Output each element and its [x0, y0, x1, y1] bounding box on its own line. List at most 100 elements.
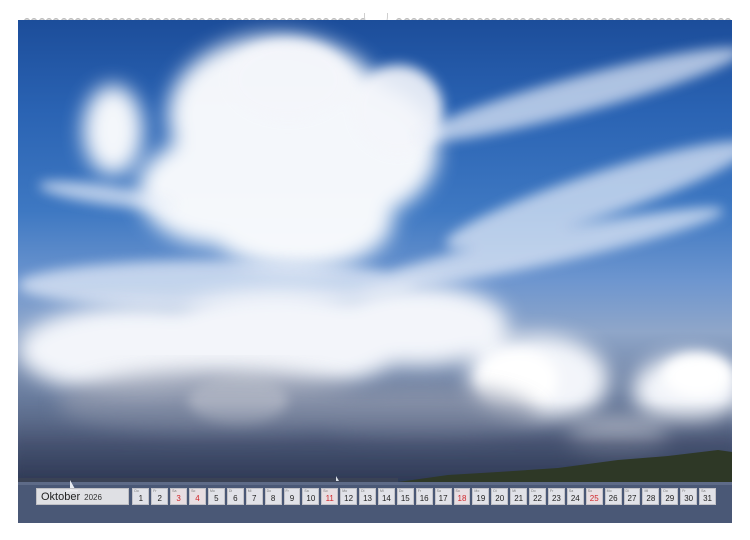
day-cell: Mo 19: [472, 487, 490, 505]
day-cell: So 4: [189, 487, 206, 505]
cloud-scene: [18, 35, 732, 523]
day-number: 23: [551, 493, 561, 503]
day-cell: Sa 3: [170, 487, 188, 505]
day-number: 10: [306, 493, 316, 503]
day-cell: Sa 10: [302, 487, 320, 505]
day-cell: Do 22: [529, 487, 546, 505]
calendar-photo: [18, 20, 732, 523]
day-cell: Mi 28: [642, 487, 660, 505]
day-cell: Mo 5: [207, 487, 225, 505]
day-cell: Mo 26: [604, 487, 622, 505]
day-number: 19: [476, 493, 486, 503]
day-cell: Do 15: [396, 487, 414, 505]
weekday-label: Di: [493, 488, 497, 493]
day-number: 12: [344, 493, 354, 503]
day-number: 9: [289, 493, 295, 503]
weekday-label: Fr: [682, 488, 686, 493]
day-number: 25: [589, 493, 599, 503]
weekday-label: Sa: [304, 488, 309, 493]
day-cell: Mo 12: [340, 487, 358, 505]
day-number: 7: [251, 493, 257, 503]
calendar-strip: Oktober 2026 Do 1 Fr 2 Sa 3 So 4 Mo 5 Di 6 Mi 7 Do 8 Fr 9…: [36, 487, 716, 505]
weekday-label: So: [455, 488, 460, 493]
weekday-label: Do: [266, 488, 272, 493]
day-cell: Di 13: [359, 487, 376, 505]
day-cell: Fr 9: [283, 487, 301, 505]
weekday-label: Mo: [209, 488, 215, 493]
weekday-label: Mo: [342, 488, 348, 493]
day-number: 17: [438, 493, 448, 503]
weekday-label: Do: [663, 488, 668, 493]
weekday-label: Fr: [153, 488, 157, 493]
day-number: 30: [684, 493, 694, 503]
day-cell: Sa 24: [566, 487, 584, 505]
day-number: 2: [157, 493, 162, 503]
day-cell: Do 8: [264, 487, 282, 505]
day-cell: Fr 2: [151, 487, 169, 505]
weekday-label: So: [587, 488, 593, 493]
weekday-label: Do: [398, 488, 404, 493]
day-cell: Fr 16: [415, 487, 433, 505]
day-number: 29: [665, 493, 675, 503]
weekday-label: Di: [625, 488, 629, 493]
day-number: 8: [270, 493, 276, 503]
day-cell: Do 1: [132, 487, 150, 505]
day-number: 20: [495, 493, 505, 503]
weekday-label: Mo: [474, 488, 480, 493]
weekday-label: Di: [361, 488, 365, 493]
weekday-label: Mo: [606, 488, 612, 493]
day-number: 1: [138, 493, 144, 503]
day-cell: So 18: [453, 487, 471, 505]
weekday-label: So: [323, 488, 328, 493]
day-cells: Do 1 Fr 2 Sa 3 So 4 Mo 5 Di 6 Mi 7 Do 8 Fr 9 Sa 10 So 11 Mo 12 D…: [132, 487, 716, 505]
day-cell: Di 27: [623, 487, 641, 505]
day-number: 26: [608, 493, 618, 503]
day-number: 13: [363, 493, 372, 503]
day-number: 22: [533, 493, 542, 503]
day-cell: Mi 21: [510, 487, 528, 505]
day-number: 11: [325, 493, 334, 503]
weekday-label: Fr: [417, 488, 422, 493]
day-number: 16: [419, 493, 429, 503]
day-number: 31: [703, 493, 712, 503]
weekday-label: Fr: [549, 488, 554, 493]
day-number: 6: [233, 493, 238, 503]
day-cell: Fr 30: [680, 487, 698, 505]
day-number: 14: [381, 493, 391, 503]
weekday-label: So: [191, 488, 196, 493]
weekday-label: Sa: [701, 488, 706, 493]
day-cell: Mi 7: [245, 487, 263, 505]
weekday-label: Mi: [379, 488, 384, 493]
day-number: 5: [214, 493, 219, 503]
weekday-label: Do: [134, 488, 139, 493]
day-number: 18: [457, 493, 467, 503]
weekday-label: Sa: [172, 488, 177, 493]
month-label-box: Oktober 2026: [36, 487, 130, 505]
day-number: 15: [400, 493, 410, 503]
weekday-label: Mi: [512, 488, 516, 493]
day-number: 28: [646, 493, 656, 503]
month-name: Oktober: [41, 490, 81, 503]
weekday-label: Sa: [436, 488, 441, 493]
weekday-label: Di: [228, 488, 233, 493]
day-cell: So 25: [585, 487, 603, 505]
day-cell: Do 29: [661, 487, 679, 505]
month-year: 2026: [84, 492, 102, 502]
day-cell: Sa 17: [434, 487, 452, 505]
day-cell: Di 20: [491, 487, 509, 505]
day-cell: Sa 31: [699, 487, 716, 505]
day-cell: Fr 23: [547, 487, 565, 505]
day-number: 27: [627, 493, 637, 503]
weekday-label: Mi: [247, 488, 252, 493]
day-number: 3: [176, 493, 181, 503]
weekday-label: Mi: [644, 488, 649, 493]
weekday-label: Do: [531, 488, 536, 493]
weekday-label: Sa: [568, 488, 574, 493]
day-number: 21: [514, 493, 524, 503]
day-cell: Mi 14: [377, 487, 395, 505]
day-number: 24: [570, 493, 580, 503]
day-cell: So 11: [321, 487, 339, 505]
day-number: 4: [195, 493, 200, 503]
day-cell: Di 6: [226, 487, 244, 505]
weekday-label: Fr: [285, 488, 289, 493]
